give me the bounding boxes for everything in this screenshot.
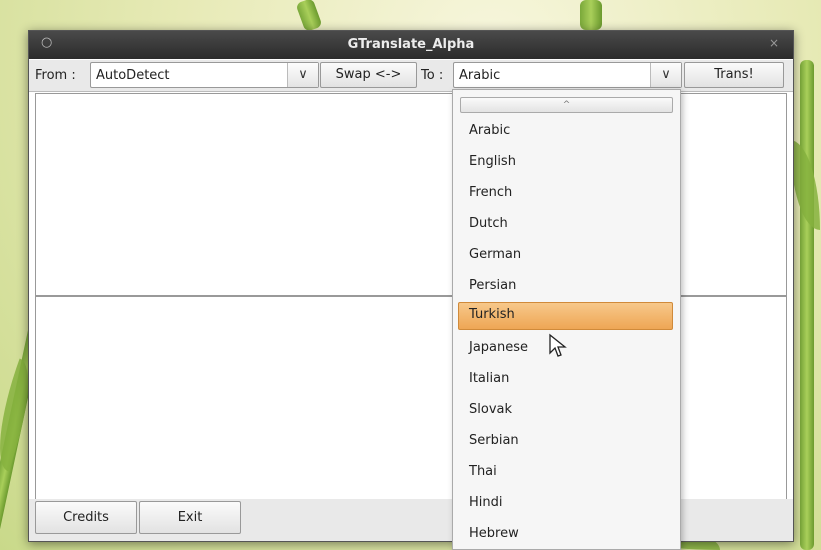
- credits-button[interactable]: Credits: [35, 501, 137, 534]
- from-language-select[interactable]: AutoDetect ∨: [90, 62, 319, 88]
- to-label: To :: [421, 68, 444, 83]
- language-option[interactable]: Serbian: [458, 428, 673, 454]
- chevron-down-icon[interactable]: ∨: [287, 63, 318, 87]
- language-option[interactable]: Hindi: [458, 490, 673, 516]
- language-option[interactable]: English: [458, 149, 673, 175]
- language-dropdown-list[interactable]: ^ Arabic English French Dutch German Per…: [452, 89, 681, 550]
- language-option[interactable]: Dutch: [458, 211, 673, 237]
- window-title: GTranslate_Alpha: [347, 37, 475, 52]
- language-option[interactable]: Hebrew: [458, 521, 673, 547]
- language-option[interactable]: German: [458, 242, 673, 268]
- language-option[interactable]: Italian: [458, 366, 673, 392]
- to-language-select[interactable]: Arabic ∨: [453, 62, 682, 88]
- exit-button[interactable]: Exit: [139, 501, 241, 534]
- translate-button[interactable]: Trans!: [684, 62, 784, 88]
- from-label: From :: [35, 68, 76, 83]
- swap-button[interactable]: Swap <->: [320, 62, 417, 88]
- language-option[interactable]: Arabic: [458, 118, 673, 144]
- chevron-down-icon[interactable]: ∨: [650, 63, 681, 87]
- language-option[interactable]: Thai: [458, 459, 673, 485]
- title-bar[interactable]: ○ GTranslate_Alpha ×: [29, 31, 793, 59]
- language-option-selected[interactable]: Turkish: [458, 302, 673, 330]
- scroll-up-arrow[interactable]: ^: [460, 97, 673, 113]
- toolbar: From : AutoDetect ∨ Swap <-> To : Arabic…: [29, 60, 793, 92]
- from-language-value: AutoDetect: [96, 68, 170, 83]
- language-option[interactable]: Slovak: [458, 397, 673, 423]
- language-option[interactable]: Persian: [458, 273, 673, 299]
- language-option[interactable]: French: [458, 180, 673, 206]
- close-icon[interactable]: ×: [769, 36, 779, 50]
- mouse-pointer-icon: [549, 333, 567, 357]
- to-language-value: Arabic: [459, 68, 501, 83]
